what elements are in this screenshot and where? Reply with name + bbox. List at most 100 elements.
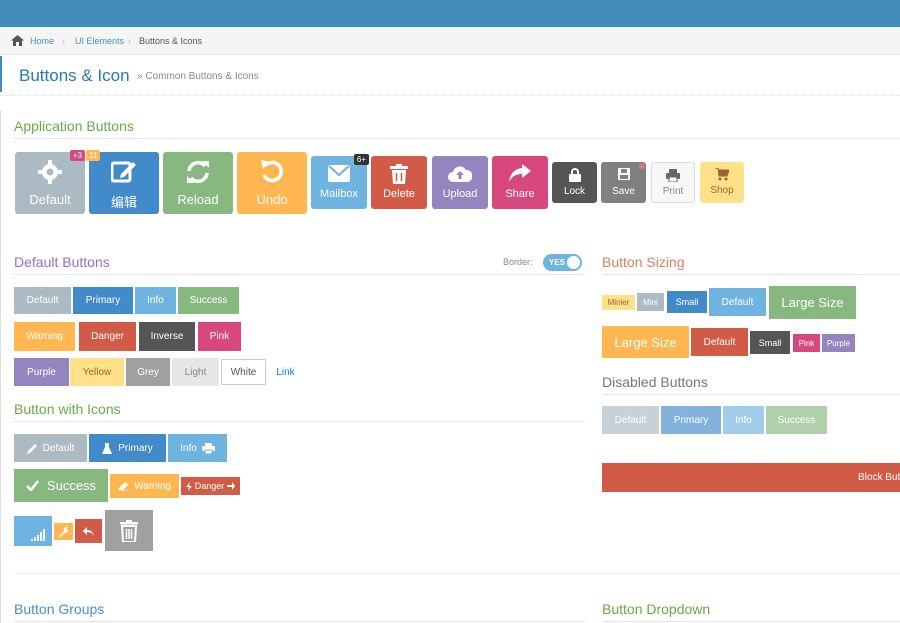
app-button-label: Undo <box>256 192 288 207</box>
icon-button-danger[interactable]: Danger <box>181 477 240 495</box>
page-subtitle: » Common Buttons & Icons <box>137 71 259 82</box>
app-button-upload[interactable]: Upload <box>432 156 488 209</box>
app-button-label: Shop <box>710 185 734 196</box>
button-default-size[interactable]: Default <box>691 328 748 356</box>
icon-button-label: Success <box>46 478 97 493</box>
toggle-knob <box>567 256 580 269</box>
app-button-mailbox[interactable]: Mailbox 6+ <box>311 154 369 209</box>
button-small[interactable]: Small <box>750 331 790 354</box>
icon-button-success[interactable]: Success <box>14 469 108 502</box>
border-toggle-label: Border: <box>503 257 533 267</box>
cloud-upload-icon <box>448 166 472 182</box>
icon-button-primary[interactable]: Primary <box>89 434 166 462</box>
app-button-default[interactable]: Default +3 <box>15 150 85 214</box>
icon-button-warning[interactable]: Warning <box>110 474 179 498</box>
button-inverse[interactable]: Inverse <box>139 322 195 351</box>
section-title-button-groups: Button Groups <box>14 601 105 617</box>
block-button-label: Block Butt <box>858 472 900 483</box>
divider <box>602 394 900 395</box>
button-default[interactable]: Default <box>14 287 71 314</box>
notification-dot <box>639 163 645 169</box>
floppy-disk-icon <box>617 168 630 180</box>
button-success[interactable]: Success <box>178 287 239 314</box>
button-white[interactable]: White <box>221 359 266 385</box>
app-button-label: Save <box>612 186 635 197</box>
button-pink[interactable]: Pink <box>198 322 241 351</box>
app-button-label: Reload <box>177 192 219 207</box>
button-minier[interactable]: Minier <box>602 295 635 310</box>
button-warning[interactable]: Warning <box>14 322 75 351</box>
pencil-icon <box>26 443 37 454</box>
button-purple[interactable]: Purple <box>14 358 69 386</box>
printer-icon <box>666 169 680 182</box>
icon-button-label: Danger <box>194 481 225 491</box>
divider <box>14 421 585 422</box>
app-button-reload[interactable]: Reload <box>163 152 233 214</box>
button-primary[interactable]: Primary <box>73 287 133 314</box>
button-info[interactable]: Info <box>135 287 176 314</box>
divider <box>14 573 900 574</box>
app-button-print[interactable]: Print <box>651 162 695 203</box>
app-button-delete[interactable]: Delete <box>371 156 427 209</box>
divider <box>14 274 585 275</box>
breadcrumb-home-link[interactable]: Home <box>30 36 54 46</box>
app-button-lock[interactable]: Lock <box>552 162 597 203</box>
section-title-button-with-icons: Button with Icons <box>14 401 121 417</box>
app-button-undo[interactable]: Undo <box>237 152 307 214</box>
block-button[interactable]: Block Butt <box>602 463 900 492</box>
share-icon <box>509 164 531 182</box>
icon-button-label: Default <box>42 442 75 454</box>
button-small[interactable]: Small <box>667 291 707 313</box>
button-success-disabled: Success <box>766 406 827 434</box>
flask-icon <box>102 442 113 454</box>
breadcrumb-current: Buttons & Icons <box>139 36 203 46</box>
button-large-size[interactable]: Large Size <box>602 326 689 358</box>
button-mini[interactable]: Mini <box>637 293 664 311</box>
reply-button[interactable] <box>75 519 102 543</box>
divider <box>14 138 900 139</box>
toggle-state-label: YES <box>549 258 566 267</box>
undo-icon <box>261 160 283 183</box>
app-button-save[interactable]: Save <box>601 162 646 203</box>
icon-button-info[interactable]: Info <box>168 434 227 462</box>
bolt-icon <box>185 481 192 491</box>
app-button-label: Default <box>29 192 71 207</box>
button-mini[interactable]: Pink <box>793 334 820 352</box>
wrench-icon <box>58 526 68 537</box>
divider <box>14 621 585 622</box>
icon-button-default[interactable]: Default <box>14 434 87 462</box>
notification-badge: 6+ <box>353 154 369 165</box>
home-icon <box>11 35 24 46</box>
edit-icon <box>111 161 136 183</box>
button-mini[interactable]: Purple <box>822 334 855 352</box>
app-button-share[interactable]: Share <box>492 156 548 209</box>
button-large-size[interactable]: Large Size <box>769 286 856 319</box>
breadcrumb-ui-elements-link[interactable]: UI Elements <box>75 36 124 46</box>
signal-button[interactable] <box>14 516 52 546</box>
app-button-label: Mailbox <box>320 188 358 200</box>
app-button-label: 编辑 <box>110 195 137 210</box>
content-border <box>0 110 1 623</box>
icon-button-label: Warning <box>134 480 171 492</box>
reply-icon <box>83 526 94 536</box>
breadcrumb-separator: › <box>62 36 65 46</box>
trash-button[interactable] <box>105 510 153 551</box>
button-light[interactable]: Light <box>172 358 219 386</box>
top-navbar <box>0 0 900 27</box>
app-button-label: Upload <box>442 188 478 200</box>
button-grey[interactable]: Grey <box>126 358 170 386</box>
button-default-size[interactable]: Default <box>709 288 766 316</box>
divider <box>602 621 900 622</box>
icon-button-label: Primary <box>118 442 153 454</box>
envelope-icon <box>328 165 350 182</box>
trash-icon <box>390 164 408 184</box>
app-button-edit[interactable]: 编辑 11 <box>86 150 159 214</box>
app-button-shop[interactable]: Shop <box>700 162 744 203</box>
button-link[interactable]: Link <box>270 358 301 386</box>
wrench-button[interactable] <box>54 523 73 540</box>
button-danger[interactable]: Danger <box>79 322 136 351</box>
trash-icon <box>120 519 138 542</box>
button-yellow[interactable]: Yellow <box>70 358 124 386</box>
border-toggle-switch[interactable]: YES <box>543 254 582 271</box>
app-button-label: Lock <box>563 186 586 197</box>
